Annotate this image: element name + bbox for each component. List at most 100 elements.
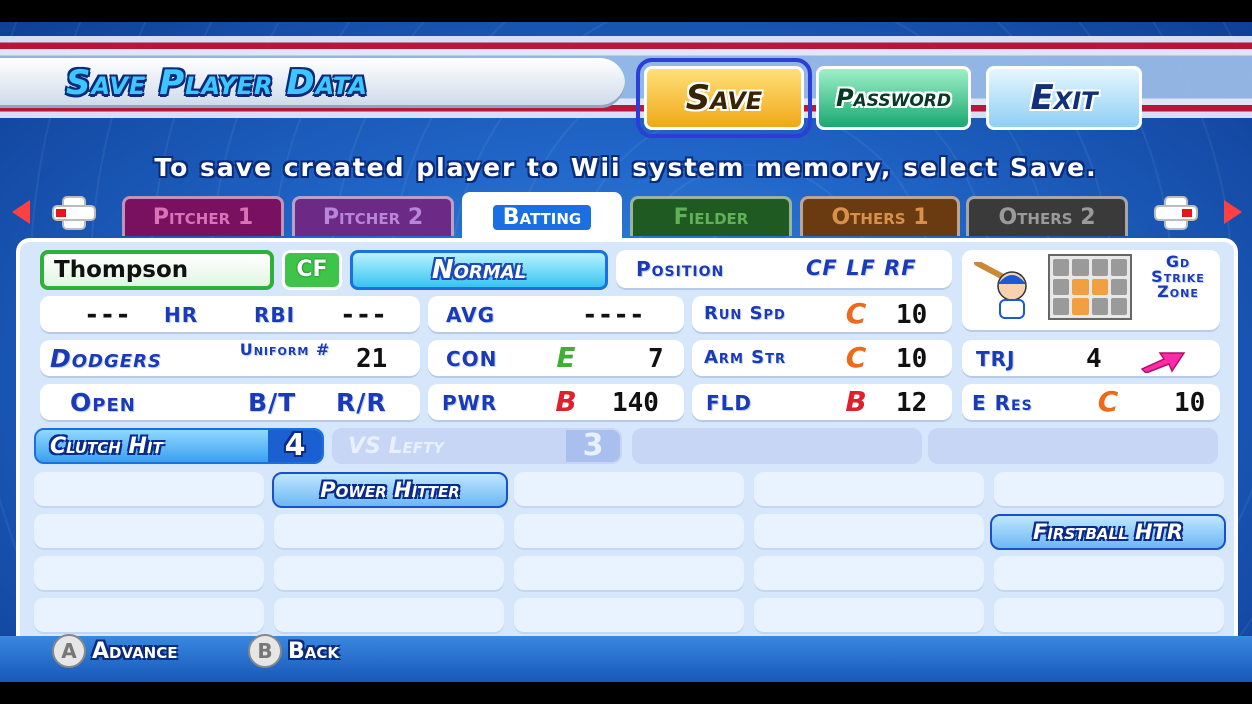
hr-rbi-cell: --- HR RBI --- — [40, 296, 420, 334]
position-cell: Position CF LF RF — [616, 250, 952, 290]
tab-fielder[interactable]: Fielder — [630, 196, 792, 236]
primary-position-badge: CF — [282, 250, 342, 290]
strike-zone-label: Gd Strike Zone — [1151, 252, 1205, 301]
advance-hint: A Advance — [52, 634, 178, 668]
contact-label: CON — [446, 347, 498, 371]
tab-others2[interactable]: Others 2 — [966, 196, 1128, 236]
ability-firstball-hitter[interactable]: Firstball HTR — [990, 514, 1226, 550]
power-value: 140 — [612, 388, 659, 418]
trajectory-value: 4 — [1086, 344, 1102, 374]
ability-slot[interactable] — [514, 514, 744, 550]
password-button[interactable]: Password — [816, 66, 971, 130]
ability-slot[interactable] — [754, 598, 984, 634]
fielding-label: FLD — [706, 391, 753, 415]
strike-zone-grid — [1048, 254, 1132, 320]
arm-strength-value: 10 — [896, 344, 928, 374]
ability-slot[interactable] — [994, 472, 1224, 508]
fielding-value: 12 — [896, 388, 928, 418]
ability-slot[interactable] — [994, 598, 1224, 634]
uniform-number: 21 — [356, 344, 388, 374]
ability-slot[interactable] — [754, 514, 984, 550]
bats-throws-value: R/R — [336, 388, 387, 417]
skill-vs-lefty-level: 3 — [566, 430, 620, 462]
game-screen: Save Player Data Save Password Exit To s… — [0, 22, 1252, 682]
error-resistance-grade: C — [1097, 385, 1119, 418]
ability-power-hitter[interactable]: Power Hitter — [272, 472, 508, 508]
bats-throws-label: B/T — [248, 388, 297, 417]
exit-button[interactable]: Exit — [986, 66, 1142, 130]
ability-slot[interactable] — [514, 556, 744, 592]
avg-label: AVG — [446, 303, 496, 327]
ability-slot[interactable] — [994, 556, 1224, 592]
tab-others1[interactable]: Others 1 — [800, 196, 960, 236]
trajectory-arrow-icon — [1140, 352, 1186, 373]
fielding-cell: FLD B 12 — [692, 384, 952, 422]
power-cell: PWR B 140 — [428, 384, 684, 422]
uniform-label: Uniform # — [239, 340, 331, 359]
skill-clutch-hit-level: 4 — [268, 430, 322, 462]
tab-pitcher2[interactable]: Pitcher 2 — [292, 196, 454, 236]
ability-slot[interactable] — [34, 472, 264, 508]
skill-clutch-hit[interactable]: Clutch Hit 4 — [34, 428, 324, 464]
stance-value: Open — [70, 388, 136, 417]
power-grade: B — [555, 385, 577, 418]
tab-batting[interactable]: Batting — [462, 192, 622, 240]
batting-style: Normal — [350, 250, 608, 290]
error-resistance-cell: E Res C 10 — [962, 384, 1220, 422]
ability-slot[interactable] — [514, 472, 744, 508]
dpad-right-icon — [1152, 198, 1200, 228]
ability-slot[interactable] — [754, 556, 984, 592]
arrow-left-icon[interactable] — [12, 200, 30, 224]
error-resistance-label: E Res — [972, 391, 1033, 415]
b-button-icon: B — [248, 634, 282, 668]
position-label: Position — [636, 257, 725, 281]
team-name: Dodgers — [50, 344, 162, 373]
rbi-value: --- — [340, 300, 387, 330]
arm-strength-cell: Arm Str C 10 — [692, 340, 952, 378]
batting-panel: Thompson CF Normal Position CF LF RF Gd … — [16, 238, 1238, 650]
fielding-grade: B — [845, 385, 867, 418]
skill-clutch-hit-name: Clutch Hit — [50, 433, 163, 459]
arm-strength-label: Arm Str — [704, 347, 786, 368]
player-name: Thompson — [40, 250, 274, 290]
run-speed-value: 10 — [896, 300, 928, 330]
rbi-label: RBI — [254, 303, 296, 327]
contact-value: 7 — [648, 344, 664, 374]
instruction-text: To save created player to Wii system mem… — [154, 153, 1098, 182]
team-cell: Dodgers Uniform # 21 — [40, 340, 420, 378]
stance-cell: Open B/T R/R — [40, 384, 420, 422]
run-speed-label: Run Spd — [704, 303, 786, 324]
trajectory-cell: TRJ 4 — [962, 340, 1220, 378]
run-speed-cell: Run Spd C 10 — [692, 296, 952, 334]
strike-zone-cell: Gd Strike Zone — [962, 250, 1220, 332]
skill-slot-empty[interactable] — [928, 428, 1218, 464]
save-button[interactable]: Save — [636, 58, 812, 138]
skill-slot-empty[interactable] — [632, 428, 922, 464]
a-button-icon: A — [52, 634, 86, 668]
skill-vs-lefty-name: VS Lefty — [348, 433, 445, 459]
dpad-left-icon — [50, 198, 98, 228]
ability-slot[interactable] — [514, 598, 744, 634]
skill-vs-lefty[interactable]: VS Lefty 3 — [332, 428, 622, 464]
ability-slot[interactable] — [34, 598, 264, 634]
ability-slot[interactable] — [34, 556, 264, 592]
error-resistance-value: 10 — [1174, 388, 1206, 418]
tab-pitcher1[interactable]: Pitcher 1 — [122, 196, 284, 236]
page-title: Save Player Data — [66, 63, 368, 103]
ability-slot[interactable] — [274, 556, 504, 592]
avg-cell: AVG ---- — [428, 296, 684, 334]
batter-icon — [973, 262, 1027, 319]
hr-label: HR — [164, 303, 199, 327]
ability-slot[interactable] — [274, 598, 504, 634]
avg-value: ---- — [582, 300, 645, 330]
arrow-right-icon[interactable] — [1224, 200, 1242, 224]
tab-batting-label: Batting — [490, 203, 594, 232]
ability-slot[interactable] — [754, 472, 984, 508]
run-speed-grade: C — [845, 297, 867, 330]
arm-strength-grade: C — [845, 341, 867, 374]
ability-slot[interactable] — [274, 514, 504, 550]
hr-value: --- — [84, 300, 131, 330]
ability-slot[interactable] — [34, 514, 264, 550]
power-label: PWR — [442, 391, 498, 415]
footer-bar — [0, 636, 1252, 682]
